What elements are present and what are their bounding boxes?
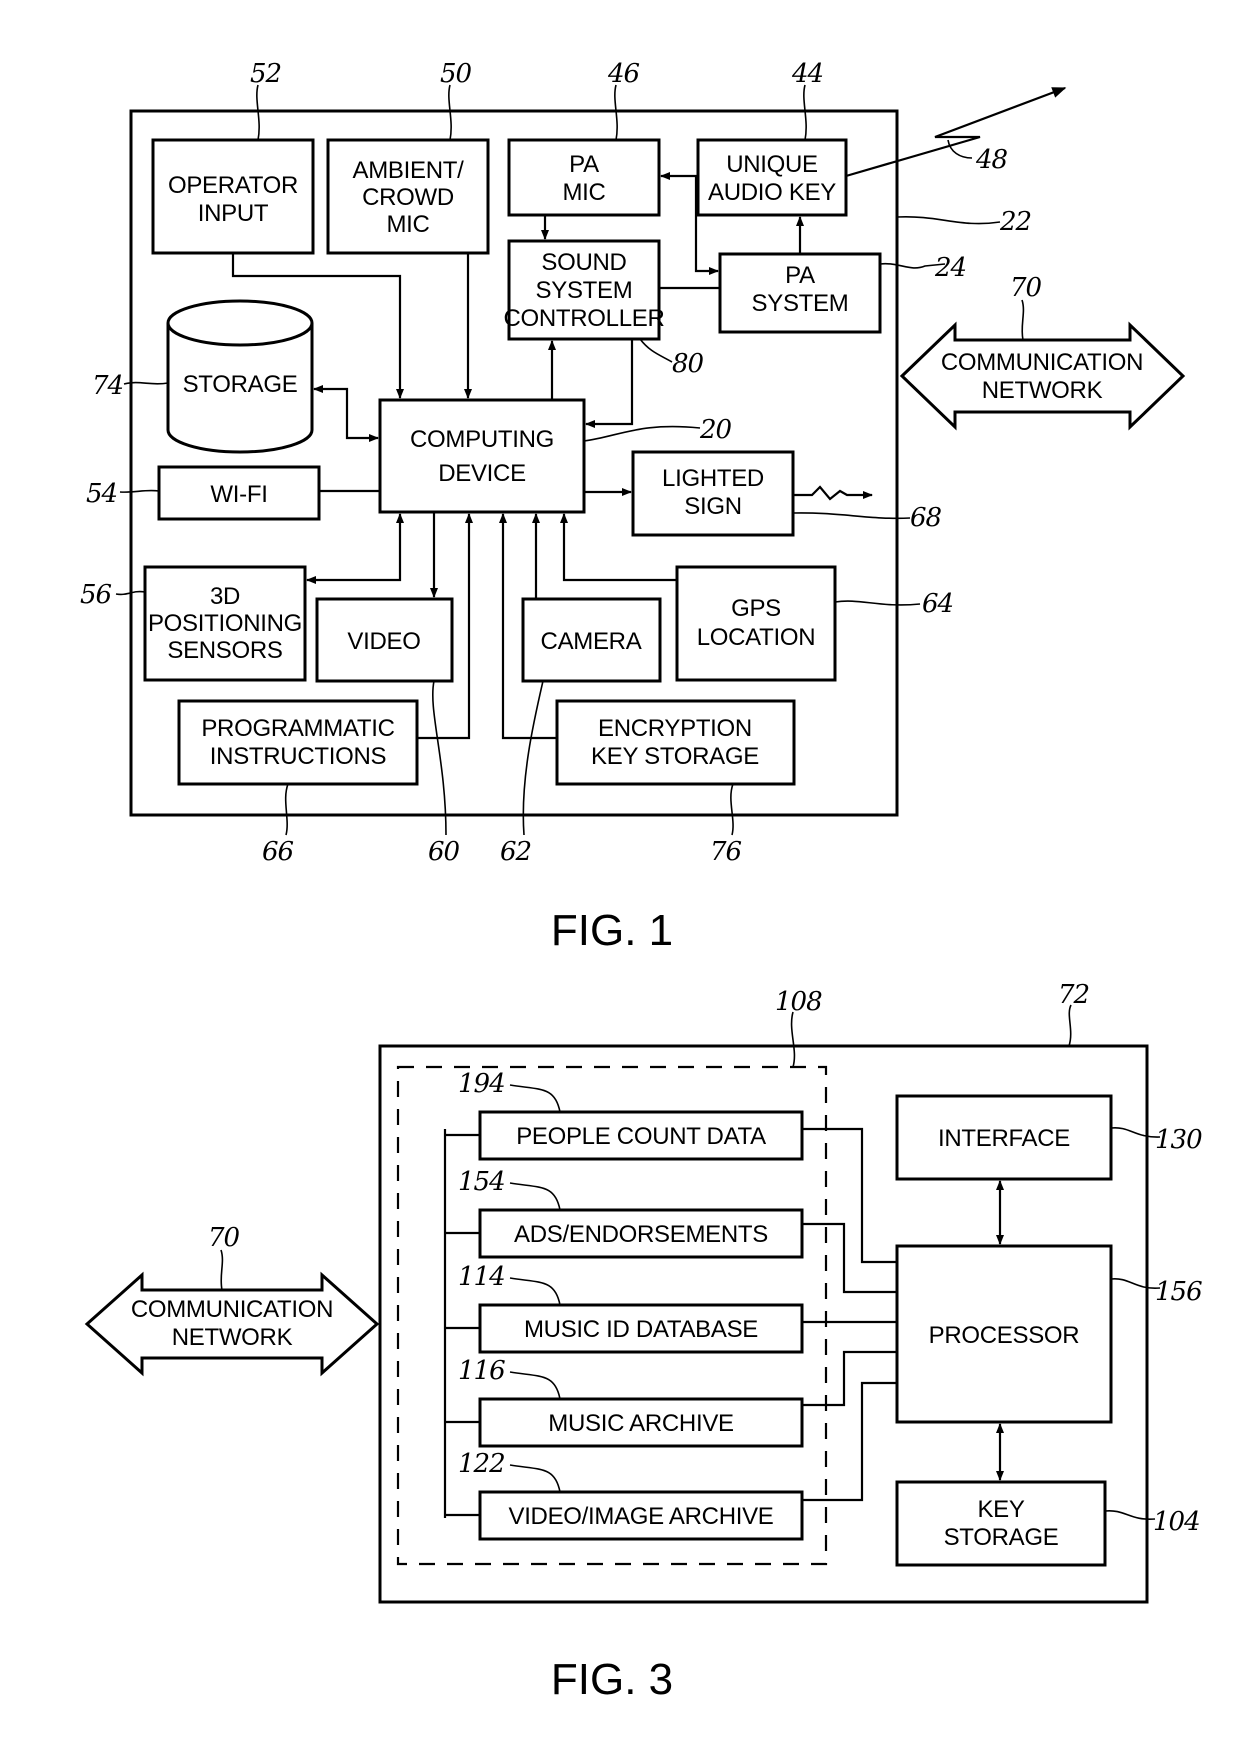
audio-key-line-2: AUDIO KEY	[708, 179, 836, 206]
ref-108: 108	[775, 987, 822, 1017]
data-store-label: PEOPLE COUNT DATA	[516, 1123, 766, 1150]
interface-label: INTERFACE	[938, 1125, 1070, 1152]
ref-72: 72	[1058, 980, 1090, 1010]
block-processor: PROCESSOR 156	[895, 1244, 1203, 1424]
ref-66: 66	[262, 837, 294, 867]
block-interface: INTERFACE 130	[895, 1094, 1203, 1181]
ref-114: 114	[458, 1262, 505, 1292]
data-store-label: MUSIC ARCHIVE	[548, 1410, 733, 1437]
block-operator-input: OPERATOR INPUT 52	[151, 59, 315, 255]
controller-line-2: SYSTEM	[536, 277, 633, 304]
ref-22: 22	[999, 207, 1032, 237]
data-store-label: ADS/ENDORSEMENTS	[514, 1221, 768, 1248]
storage-label: STORAGE	[183, 371, 298, 398]
key-storage-line-2: STORAGE	[944, 1524, 1059, 1551]
pa-mic-line-2: MIC	[562, 179, 605, 206]
ref-104: 104	[1153, 1507, 1200, 1537]
ref-116: 116	[458, 1356, 505, 1386]
network-fig1-line-2: NETWORK	[982, 377, 1103, 404]
ref-76: 76	[710, 837, 742, 867]
ambient-mic-line-1: AMBIENT/	[353, 157, 465, 184]
computing-line-2: DEVICE	[438, 460, 526, 487]
svg-text:PROGRAMMATICINSTRUCTIONS: PROGRAMMATIC INSTRUCTIONS	[201, 715, 394, 770]
ref-24: 24	[934, 253, 966, 283]
ref-56: 56	[80, 580, 112, 610]
ambient-mic-line-3: MIC	[386, 211, 429, 238]
ref-68: 68	[910, 503, 942, 533]
encryption-line-2: KEY STORAGE	[591, 743, 759, 770]
ref-62: 62	[500, 837, 532, 867]
controller-line-1: SOUND	[541, 249, 626, 276]
sensors-line-1: 3D	[210, 583, 240, 610]
ref-64: 64	[922, 589, 953, 619]
ref-122: 122	[458, 1449, 505, 1479]
controller-line-3: CONTROLLER	[503, 305, 664, 332]
ref-60: 60	[428, 837, 460, 867]
ref-194: 194	[458, 1069, 505, 1099]
ref-70-fig3: 70	[208, 1223, 240, 1253]
gps-line-1: GPS	[731, 595, 781, 622]
ref-54: 54	[86, 479, 117, 509]
network-fig3-line-1: COMMUNICATION	[131, 1296, 333, 1323]
sensors-line-2: POSITIONING	[148, 610, 302, 637]
ref-154: 154	[458, 1167, 505, 1197]
ref-156: 156	[1155, 1277, 1202, 1307]
camera-label: CAMERA	[541, 628, 642, 655]
block-pa-system: PA SYSTEM 24	[718, 252, 967, 334]
encryption-line-1: ENCRYPTION	[598, 715, 752, 742]
block-storage: STORAGE 74	[92, 299, 314, 454]
data-store-label: MUSIC ID DATABASE	[524, 1316, 758, 1343]
gps-line-2: LOCATION	[697, 624, 816, 651]
audio-key-line-1: UNIQUE	[726, 151, 818, 178]
processor-label: PROCESSOR	[929, 1322, 1080, 1349]
ref-20: 20	[699, 415, 732, 445]
ref-44: 44	[791, 59, 823, 89]
instructions-line-1: PROGRAMMATIC	[201, 715, 394, 742]
video-label: VIDEO	[347, 628, 420, 655]
svg-text:UNIQUEAUDIO KEY: UNIQUE AUDIO KEY	[708, 151, 836, 206]
wifi-label: WI-FI	[210, 481, 267, 508]
sensors-line-3: SENSORS	[167, 637, 282, 664]
operator-input-line-1: OPERATOR	[168, 172, 298, 199]
pa-system-line-2: SYSTEM	[752, 290, 849, 317]
ref-46: 46	[607, 59, 640, 89]
patent-drawing-sheet: OPERATOR INPUT 52 AMBIENT/CROWD MIC 50 PA M…	[80, 59, 1203, 1704]
svg-text:ENCRYPTIONKEY STORAGE: ENCRYPTION KEY STORAGE	[591, 715, 759, 770]
ref-80: 80	[672, 349, 704, 379]
operator-input-line-2: INPUT	[198, 200, 269, 227]
lighted-sign-line-1: LIGHTED	[662, 465, 764, 492]
block-key-storage: KEY STORAGE 104	[895, 1480, 1201, 1567]
key-storage-line-1: KEY	[977, 1496, 1024, 1523]
ref-52: 52	[250, 59, 282, 89]
pa-mic-line-1: PA	[569, 151, 599, 178]
communication-network-fig3: COMMUNICATION NETWORK 70	[84, 1223, 380, 1377]
instructions-line-2: INSTRUCTIONS	[210, 743, 386, 770]
block-ambient-crowd-mic: AMBIENT/CROWD MIC 50	[326, 59, 490, 255]
ref-130: 130	[1155, 1125, 1202, 1155]
pa-system-line-1: PA	[785, 262, 815, 289]
computing-line-1: COMPUTING	[410, 426, 554, 453]
network-fig1-line-1: COMMUNICATION	[941, 349, 1143, 376]
data-store-label: VIDEO/IMAGE ARCHIVE	[508, 1503, 773, 1530]
ref-74: 74	[92, 371, 123, 401]
figure-3: 72 108 PEOPLE COUNT DATA 194 ADS/ENDORSEME…	[84, 980, 1203, 1704]
ref-50: 50	[440, 59, 472, 89]
network-fig3-line-2: NETWORK	[172, 1324, 293, 1351]
figure-1: OPERATOR INPUT 52 AMBIENT/CROWD MIC 50 PA M…	[80, 59, 1186, 955]
ref-48: 48	[975, 145, 1008, 175]
fig3-caption: FIG. 3	[551, 1655, 673, 1704]
fig1-caption: FIG. 1	[551, 906, 673, 955]
lighted-sign-line-2: SIGN	[684, 493, 741, 520]
ambient-mic-line-2: CROWD	[362, 184, 454, 211]
communication-network-fig1: COMMUNICATION NETWORK 70	[899, 273, 1186, 431]
ref-70-fig1: 70	[1010, 273, 1042, 303]
